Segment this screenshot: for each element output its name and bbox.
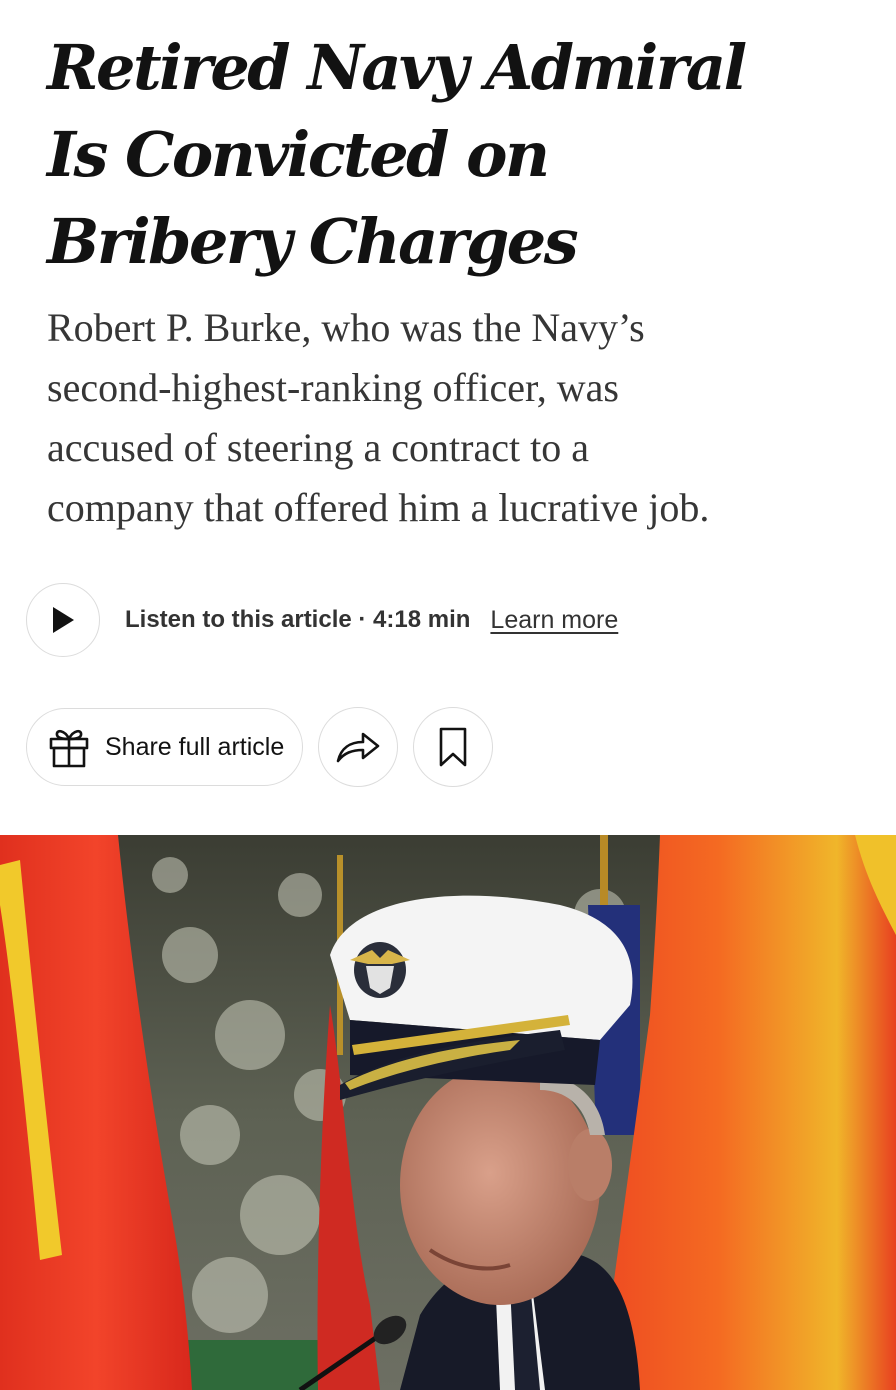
- play-icon: [53, 607, 74, 633]
- lead-photo: [0, 835, 896, 1390]
- headline-line: Retired Navy Admiral: [47, 31, 747, 104]
- article-summary: Robert P. Burke, who was the Navy’s seco…: [47, 298, 867, 538]
- share-arrow-icon: [336, 732, 380, 763]
- headline-line: Bribery Charges: [47, 205, 579, 278]
- share-label: Share full article: [105, 732, 285, 761]
- summary-line: Robert P. Burke, who was the Navy’s: [47, 305, 645, 350]
- audio-player: Listen to this article · 4:18 min Learn …: [26, 582, 618, 658]
- play-button[interactable]: [26, 583, 100, 657]
- share-button[interactable]: [318, 707, 399, 787]
- gift-icon: [49, 729, 89, 768]
- share-full-article-button[interactable]: Share full article: [26, 708, 304, 786]
- bookmark-icon: [439, 727, 467, 767]
- headline-line: Is Convicted on: [47, 118, 550, 191]
- article-actions: Share full article: [26, 707, 494, 787]
- summary-line: second-highest-ranking officer, was: [47, 365, 619, 410]
- bookmark-button[interactable]: [413, 707, 494, 787]
- summary-line: accused of steering a contract to a: [47, 425, 589, 470]
- learn-more-link[interactable]: Learn more: [490, 606, 618, 635]
- listen-label: Listen to this article · 4:18 min: [125, 606, 471, 633]
- headline: Retired Navy Admiral Is Convicted on Bri…: [47, 24, 847, 285]
- summary-line: company that offered him a lucrative job…: [47, 485, 710, 530]
